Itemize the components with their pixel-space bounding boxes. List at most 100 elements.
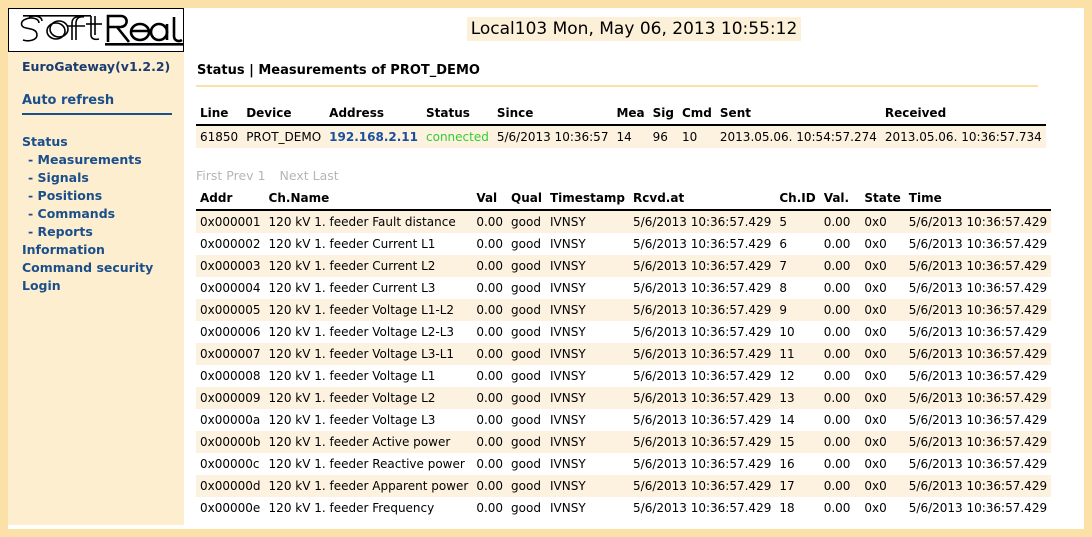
cell-rcvdat: 5/6/2013 10:36:57.429 (633, 501, 772, 515)
sidebar-item-label: Status (22, 134, 68, 149)
page-title: Status | Measurements of PROT_DEMO (197, 63, 480, 78)
cell-time: 5/6/2013 10:36:57.429 (908, 303, 1048, 317)
cell-val: 0.00 (476, 259, 504, 273)
cell-addr: 0x000002 (200, 237, 261, 251)
cell-qual: good (511, 281, 541, 295)
cell-chid: 15 (779, 435, 795, 449)
cell-timestamp: IVNSY (550, 259, 586, 273)
cell-addr: 0x000008 (200, 369, 261, 383)
table-row[interactable]: 0x000006 120 kV 1. feeder Voltage L2-L3 0.… (196, 321, 1052, 343)
sidebar-item-measurements[interactable]: - Measurements (22, 151, 182, 169)
cell-qual: good (511, 369, 541, 383)
logo[interactable] (8, 8, 184, 52)
cell-addr: 0x00000e (200, 501, 261, 515)
table-row[interactable]: 61850 PROT_DEMO 192.168.2.11 connected 5… (196, 125, 1046, 148)
cell-address-link[interactable]: 192.168.2.11 (325, 125, 422, 148)
cell-chid: 18 (779, 501, 795, 515)
cell-val: 0.00 (476, 237, 504, 251)
cell-state: 0x0 (864, 413, 887, 427)
table-row[interactable]: 0x000002 120 kV 1. feeder Current L1 0.00 g… (196, 233, 1052, 255)
cell-addr: 0x000004 (200, 281, 261, 295)
cell-time: 5/6/2013 10:36:57.429 (908, 501, 1048, 515)
cell-state: 0x0 (864, 303, 887, 317)
cell-sent: 2013.05.06. 10:54:57.274 (719, 130, 877, 144)
table-row[interactable]: 0x000001 120 kV 1. feeder Fault distance 0… (196, 210, 1052, 233)
table-row[interactable]: 0x00000d 120 kV 1. feeder Apparent power 0… (196, 475, 1052, 497)
cell-chid: 17 (779, 479, 795, 493)
cell-val2: 0.00 (823, 413, 851, 427)
cell-val2: 0.00 (823, 501, 851, 515)
cell-val: 0.00 (476, 325, 504, 339)
sidebar-item-label: Login (22, 278, 61, 293)
cell-val2: 0.00 (823, 391, 851, 405)
softreal-logo-icon (20, 14, 183, 46)
cell-sig: 96 (652, 130, 668, 144)
sidebar-item-positions[interactable]: - Positions (22, 187, 182, 205)
table-row[interactable]: 0x000009 120 kV 1. feeder Voltage L2 0.00 g… (196, 387, 1052, 409)
sidebar-item-command-security[interactable]: Command security (22, 259, 182, 277)
cell-state: 0x0 (864, 325, 887, 339)
table-row[interactable]: 0x000007 120 kV 1. feeder Voltage L3-L1 0.… (196, 343, 1052, 365)
col-since: Since (492, 104, 613, 125)
sidebar-item-label: Signals (37, 170, 89, 185)
cell-timestamp: IVNSY (550, 413, 586, 427)
table-row[interactable]: 0x00000b 120 kV 1. feeder Active power 0.0… (196, 431, 1052, 453)
sidebar-item-information[interactable]: Information (22, 241, 182, 259)
cell-chname: 120 kV 1. feeder Apparent power (268, 479, 469, 493)
table-row[interactable]: 0x00000a 120 kV 1. feeder Voltage L3 0.00 g… (196, 409, 1052, 431)
sidebar-item-login[interactable]: Login (22, 277, 182, 295)
cell-rcvdat: 5/6/2013 10:36:57.429 (633, 347, 772, 361)
col-rcvdat: Rcvd.at (629, 189, 776, 210)
pager-last[interactable]: Last (313, 168, 339, 183)
auto-refresh-link[interactable]: Auto refresh (22, 93, 172, 115)
cell-timestamp: IVNSY (550, 281, 586, 295)
sidebar-item-commands[interactable]: - Commands (22, 205, 182, 223)
pager-current-page[interactable]: 1 (258, 168, 266, 183)
table-row[interactable]: 0x00000e 120 kV 1. feeder Frequency 0.00 go… (196, 497, 1052, 519)
cell-val2: 0.00 (823, 325, 851, 339)
col-mea: Mea (612, 104, 649, 125)
col-state: State (860, 189, 905, 210)
table-row[interactable]: 0x000008 120 kV 1. feeder Voltage L1 0.00 g… (196, 365, 1052, 387)
cell-chname: 120 kV 1. feeder Frequency (268, 501, 435, 515)
cell-chname: 120 kV 1. feeder Voltage L3 (268, 413, 436, 427)
cell-time: 5/6/2013 10:36:57.429 (908, 457, 1048, 471)
col-address: Address (325, 104, 422, 125)
pager-next[interactable]: Next (280, 168, 309, 183)
cell-time: 5/6/2013 10:36:57.429 (908, 259, 1048, 273)
table-row[interactable]: 0x00000c 120 kV 1. feeder Reactive power 0… (196, 453, 1052, 475)
col-time: Time (904, 189, 1052, 210)
cell-rcvdat: 5/6/2013 10:36:57.429 (633, 479, 772, 493)
cell-timestamp: IVNSY (550, 237, 586, 251)
cell-state: 0x0 (864, 215, 887, 229)
col-status: Status (422, 104, 493, 125)
cell-state: 0x0 (864, 435, 887, 449)
pager-first[interactable]: First (196, 168, 222, 183)
table-row[interactable]: 0x000005 120 kV 1. feeder Voltage L1-L2 0.… (196, 299, 1052, 321)
sidebar-item-status[interactable]: Status (22, 133, 182, 151)
table-row[interactable]: 0x000003 120 kV 1. feeder Current L2 0.00 g… (196, 255, 1052, 277)
sidebar-item-signals[interactable]: - Signals (22, 169, 182, 187)
cell-state: 0x0 (864, 501, 887, 515)
cell-since: 5/6/2013 10:36:57 (496, 130, 609, 144)
cell-rcvdat: 5/6/2013 10:36:57.429 (633, 413, 772, 427)
cell-val2: 0.00 (823, 303, 851, 317)
cell-val2: 0.00 (823, 479, 851, 493)
cell-chname: 120 kV 1. feeder Active power (268, 435, 451, 449)
cell-chid: 8 (779, 281, 787, 295)
cell-chid: 9 (779, 303, 787, 317)
cell-timestamp: IVNSY (550, 435, 586, 449)
cell-val2: 0.00 (823, 457, 851, 471)
cell-rcvdat: 5/6/2013 10:36:57.429 (633, 237, 772, 251)
sidebar-item-reports[interactable]: - Reports (22, 223, 182, 241)
pager-prev[interactable]: Prev (226, 168, 253, 183)
cell-state: 0x0 (864, 391, 887, 405)
cell-addr: 0x000001 (200, 215, 261, 229)
cell-timestamp: IVNSY (550, 501, 586, 515)
cell-addr: 0x00000a (200, 413, 261, 427)
cell-val: 0.00 (476, 501, 504, 515)
cell-chname: 120 kV 1. feeder Voltage L1-L2 (268, 303, 455, 317)
cell-chname: 120 kV 1. feeder Current L1 (268, 237, 436, 251)
cell-timestamp: IVNSY (550, 457, 586, 471)
table-row[interactable]: 0x000004 120 kV 1. feeder Current L3 0.00 g… (196, 277, 1052, 299)
